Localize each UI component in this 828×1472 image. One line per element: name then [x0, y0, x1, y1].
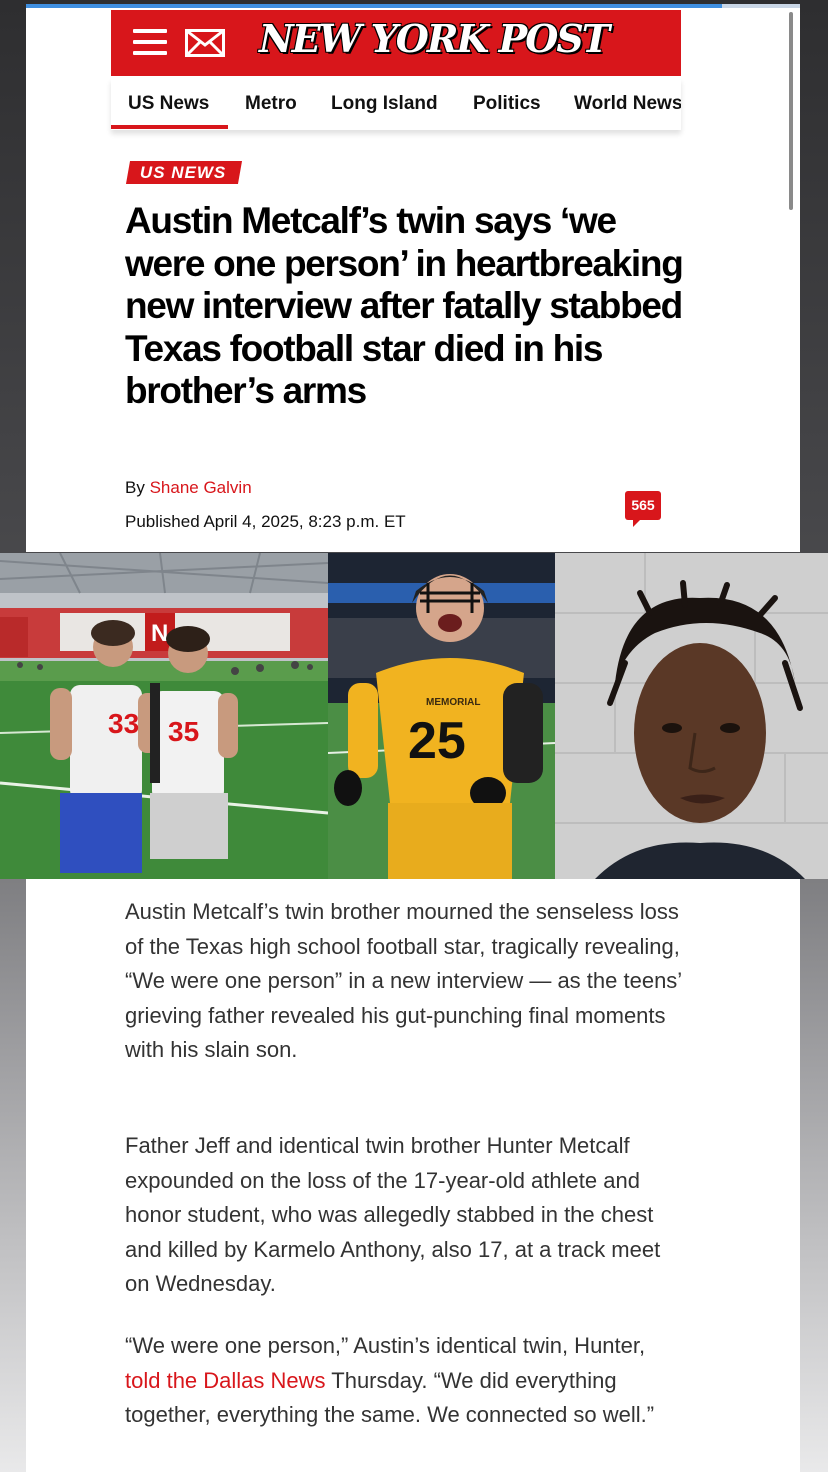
masthead: NEW YORK POST [111, 10, 681, 76]
jersey-school-name: MEMORIAL [426, 697, 480, 708]
photo-mugshot [555, 553, 828, 879]
byline: By Shane Galvin [125, 478, 252, 498]
photo-football-player: MEMORIAL 25 [328, 553, 555, 879]
jersey-number-35: 35 [168, 716, 199, 747]
mail-icon[interactable] [185, 29, 225, 57]
section-label[interactable]: US NEWS [125, 161, 243, 184]
nav-item-metro[interactable]: Metro [245, 93, 297, 115]
comment-count-badge[interactable]: 565 [625, 491, 661, 527]
svg-text:N: N [151, 620, 168, 647]
brand-logo[interactable]: NEW YORK POST [259, 16, 610, 61]
article-headline: Austin Metcalf’s twin says ‘we were one … [125, 200, 684, 412]
jersey-number-33: 33 [108, 708, 139, 739]
jersey-number-25: 25 [408, 712, 466, 770]
nav-item-long-island[interactable]: Long Island [331, 93, 438, 115]
nav-item-world-news[interactable]: World News [574, 93, 681, 115]
hamburger-menu-icon[interactable] [133, 29, 167, 57]
author-link[interactable]: Shane Galvin [150, 478, 252, 497]
byline-prefix: By [125, 478, 145, 497]
published-date: Published April 4, 2025, 8:23 p.m. ET [125, 512, 406, 531]
nav-item-politics[interactable]: Politics [473, 93, 541, 115]
article-paragraph-3: “We were one person,” Austin’s identical… [125, 1329, 685, 1433]
scrollbar[interactable] [789, 12, 793, 210]
section-nav: US News Metro Long Island Politics World… [111, 78, 681, 130]
dallas-news-link[interactable]: told the Dallas News [125, 1368, 326, 1393]
quote-text-before: “We were one person,” Austin’s identical… [125, 1333, 646, 1358]
article-paragraph-2: Father Jeff and identical twin brother H… [125, 1133, 661, 1296]
nav-item-us-news[interactable]: US News [128, 93, 209, 115]
article-paragraph-1: Austin Metcalf’s twin brother mourned th… [125, 899, 682, 1062]
photo-twins-indoor: N 33 35 [0, 553, 328, 879]
nav-active-indicator [111, 125, 228, 129]
